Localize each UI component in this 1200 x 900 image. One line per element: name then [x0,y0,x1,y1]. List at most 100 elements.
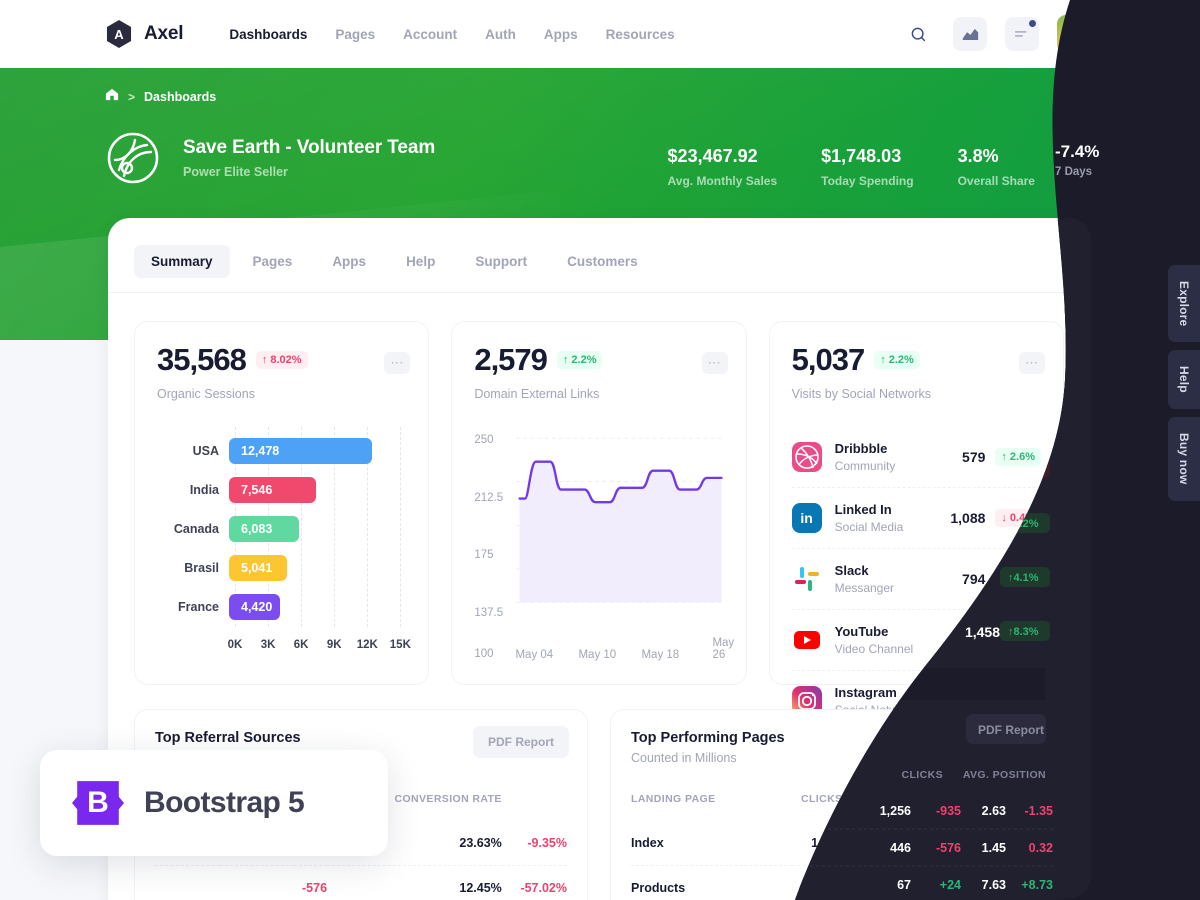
domain-links-badge: ↑ 2.2% [556,350,603,369]
card-menu-button[interactable]: ⋯ [1018,352,1045,374]
nav-item-pages[interactable]: Pages [335,27,375,42]
side-tab-buy-now[interactable]: Buy now [1168,417,1200,501]
cell-rate-delta: -57.02% [501,865,567,900]
list-item-text: Slack Messanger [835,563,962,595]
search-icon[interactable] [901,17,935,51]
cell-page: Products [631,865,793,900]
arrow-up-icon: ↑ [880,353,886,366]
organic-sessions-label: Organic Sessions [157,387,255,401]
network-category: Social Media [834,520,904,534]
bar-label: USA [192,443,219,458]
tab-pages[interactable]: Pages [236,245,310,278]
social-visits-badge: ↑ 2.2% [874,350,920,369]
xtick: 15K [389,639,411,651]
side-action-tabs: Explore Help Buy now [1168,265,1200,501]
organic-sessions-value: 35,568 [157,342,247,377]
xtick: 9K [326,639,342,651]
network-name: Dribbble [834,441,888,456]
chart-icon[interactable] [953,17,987,51]
card-domain-external-links: 2,579 ↑ 2.2% Domain External Links ⋯ 250… [451,321,747,685]
card-menu-button[interactable]: ⋯ [701,352,728,374]
brand-logo[interactable]: A Axel [105,20,184,48]
bootstrap-promo-badge[interactable]: B Bootstrap 5 [40,750,388,856]
tab-summary[interactable]: Summary [134,244,230,278]
social-visits-label: Visits by Social Networks [791,387,932,401]
cell-clicks-delta: -576 [842,865,873,900]
pdf-report-button[interactable]: PDF Report [473,726,569,758]
nav-item-resources[interactable]: Resources [606,27,675,42]
tab-support[interactable]: Support [458,245,544,278]
youtube-icon [791,625,822,655]
stat-today-spending: $1,748.03 Today Spending [821,146,913,188]
linkedin-icon: in [791,503,822,533]
badge-value: 2.2% [888,353,914,366]
badge-value: 0.2% [1009,573,1035,585]
xtick: May 04 [515,649,554,661]
breadcrumb: > Dashboards [105,88,216,106]
list-item[interactable]: in Linked In Social Media 1,088 ↓ 0.4% [791,488,1041,549]
cell-position: 1.45 [872,865,1005,900]
panel-tabs: Summary Pages Apps Help Support Customer… [108,218,1090,284]
xtick: 3K [260,639,276,651]
cell-clicks-delta: -935 [847,836,873,850]
xtick: 6K [293,639,309,651]
bar-india: 7,546 [229,476,316,503]
bar-brasil: 5,041 [229,555,287,582]
bar-label: France [178,600,219,615]
card-header: 5,037 ↑ 2.2% [792,344,1041,375]
stat-value: $23,467.92 [667,146,758,166]
list-item-text: Linked In Social Media [835,502,951,534]
list-item[interactable]: YouTube Video Channel 978 ↑ 4.1% [791,610,1041,671]
avatar[interactable] [1057,15,1095,53]
pdf-report-button[interactable]: PDF Report [949,726,1045,758]
table-row[interactable]: Index 1,256 -935 2.63 -1.35 [631,821,1043,866]
tab-customers[interactable]: Customers [550,245,655,278]
badge-value: 0.4% [1009,512,1035,524]
list-item[interactable]: Slack Messanger 794 ↑ 0.2% [791,549,1041,610]
navbar-actions [901,15,1095,53]
card-header: 35,568 ↑ 8.02% [157,344,406,375]
bar-label: Brasil [184,561,219,576]
bar-france: 4,420 [229,594,280,621]
nav-item-auth[interactable]: Auth [485,27,516,42]
arrow-up-icon: ↑ [562,353,569,366]
xtick: May 18 [641,649,680,661]
side-tab-explore[interactable]: Explore [1168,265,1200,343]
notification-badge [1029,20,1036,27]
brand-name: Axel [144,23,184,44]
area-chart-svg [516,437,724,603]
globe-leaf-icon [105,130,161,186]
col-rate-delta [502,787,567,821]
tab-apps[interactable]: Apps [315,245,383,278]
nav-item-account[interactable]: Account [403,27,457,42]
col-clicks-delta [842,787,872,821]
social-networks-list: Dribbble Community 579 ↑ 2.6% in Linked … [791,427,1041,731]
side-tab-help[interactable]: Help [1168,350,1200,410]
bar-row: Canada 6,083 [157,515,400,542]
network-value: 978 [962,632,986,648]
main-nav: Dashboards Pages Account Auth Apps Resou… [229,27,674,42]
home-icon[interactable] [105,88,119,106]
list-item[interactable]: Dribbble Community 579 ↑ 2.6% [791,427,1041,488]
brand-mark-icon: A [106,20,132,48]
cell-sessions [219,865,295,900]
notifications-icon[interactable] [1005,17,1039,51]
bootstrap-icon: B [72,781,124,825]
network-name: Linked In [834,502,892,517]
team-header: Save Earth - Volunteer Team Power Elite … [105,130,435,186]
breadcrumb-current[interactable]: Dashboards [144,90,216,104]
arrow-up-icon: ↑ [1001,451,1007,463]
organic-sessions-badge: ↑ 8.02% [255,350,308,369]
table-row[interactable]: -576 12.45% -57.02% [155,865,567,900]
network-name: Instagram [834,685,897,700]
team-subtitle: Power Elite Seller [183,165,288,179]
stat-overall-share: 3.8% Overall Share [958,146,1035,188]
nav-item-dashboards[interactable]: Dashboards [229,27,307,42]
table-top-performing-pages: Top Performing Pages Counted in Millions… [610,709,1064,900]
tab-help[interactable]: Help [389,245,452,278]
nav-item-apps[interactable]: Apps [544,27,578,42]
table-row[interactable]: Products 446 -576 1.45 0.32 [631,865,1043,900]
card-menu-button[interactable]: ⋯ [384,352,411,374]
badge-value: 2.2% [571,353,597,366]
network-category: Community [834,459,896,473]
